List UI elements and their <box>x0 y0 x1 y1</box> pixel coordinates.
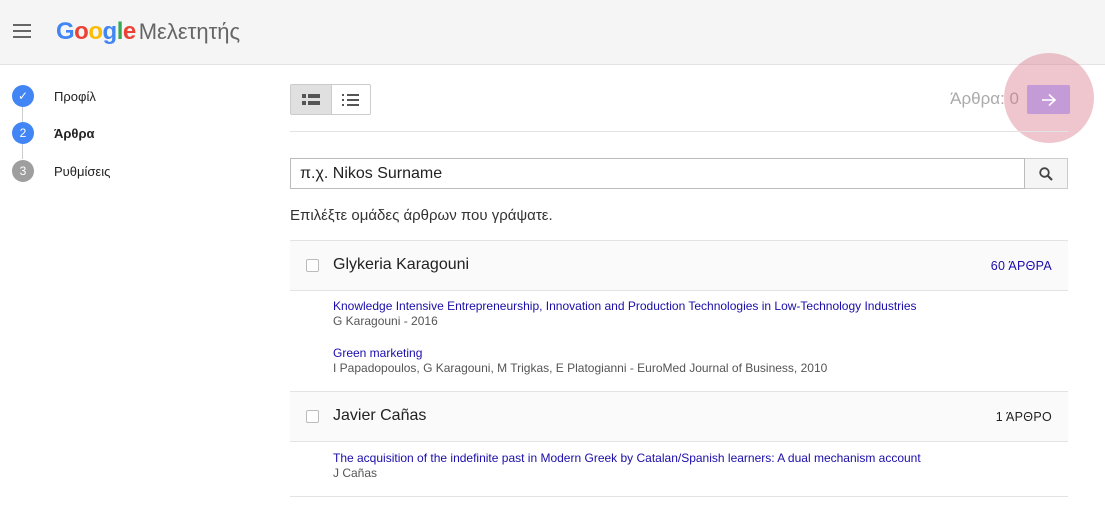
logo-letter: g <box>102 18 118 45</box>
step-label: Άρθρα <box>54 125 95 141</box>
article-group-header[interactable]: Javier Cañas 1 ΆΡΘΡΟ <box>290 392 1068 442</box>
step-label: Ρυθμίσεις <box>54 163 111 179</box>
step-label: Προφίλ <box>54 88 96 104</box>
group-author-name: Glykeria Karagouni <box>333 256 470 273</box>
article-meta: J Cañas <box>333 466 378 480</box>
step-connector <box>22 106 23 122</box>
article-meta: I Papadopoulos, G Karagouni, M Trigkas, … <box>333 361 828 375</box>
view-toggle <box>290 84 371 115</box>
group-checkbox[interactable] <box>306 259 319 272</box>
step-articles[interactable]: 2 Άρθρα <box>12 122 95 144</box>
group-article-count[interactable]: 60 ΆΡΘΡΑ <box>991 259 1052 273</box>
checkmark-icon: ✓ <box>12 85 34 107</box>
divider <box>290 131 1068 132</box>
step-profile[interactable]: ✓ Προφίλ <box>12 85 96 107</box>
step-settings[interactable]: 3 Ρυθμίσεις <box>12 160 110 182</box>
top-bar: Google Μελετητής <box>0 0 1105 65</box>
step-number: 3 <box>12 160 34 182</box>
article-title-link[interactable]: Green marketing <box>333 346 827 360</box>
logo-letter: o <box>74 18 89 45</box>
group-checkbox[interactable] <box>306 410 319 423</box>
product-name: Μελετητής <box>138 19 241 44</box>
divider <box>290 290 1068 291</box>
step-connector <box>22 143 23 159</box>
group-author-name: Javier Cañas <box>333 407 427 424</box>
next-button[interactable] <box>1027 85 1070 114</box>
hamburger-menu-icon[interactable] <box>13 24 31 38</box>
grouped-view-button[interactable] <box>291 85 331 114</box>
divider <box>290 441 1068 442</box>
group-article-count[interactable]: 1 ΆΡΘΡΟ <box>996 410 1052 424</box>
divider <box>290 496 1068 497</box>
arrow-right-icon <box>1041 93 1056 106</box>
article-item: The acquisition of the indefinite past i… <box>333 451 921 480</box>
article-item: Green marketing I Papadopoulos, G Karago… <box>333 346 827 375</box>
step-number: 2 <box>12 122 34 144</box>
logo-letter: G <box>56 18 75 45</box>
article-meta: G Karagouni - 2016 <box>333 314 438 328</box>
instruction-text: Επιλέξτε ομάδες άρθρων που γράψατε. <box>290 207 553 224</box>
search-button[interactable] <box>1025 158 1068 189</box>
article-item: Knowledge Intensive Entrepreneurship, In… <box>333 299 917 328</box>
app-logo[interactable]: Google Μελετητής <box>56 16 240 48</box>
article-title-link[interactable]: The acquisition of the indefinite past i… <box>333 451 921 465</box>
list-icon <box>342 93 360 106</box>
article-title-link[interactable]: Knowledge Intensive Entrepreneurship, In… <box>333 299 917 313</box>
list-view-button[interactable] <box>330 85 371 114</box>
search-icon <box>1039 166 1053 181</box>
grouped-list-icon <box>301 93 320 105</box>
logo-letter: e <box>122 18 136 45</box>
article-group-header[interactable]: Glykeria Karagouni 60 ΆΡΘΡΑ <box>290 241 1068 291</box>
logo-letter: o <box>88 18 103 45</box>
google-logo-text: Google <box>56 18 136 45</box>
author-search-input[interactable] <box>290 158 1025 189</box>
